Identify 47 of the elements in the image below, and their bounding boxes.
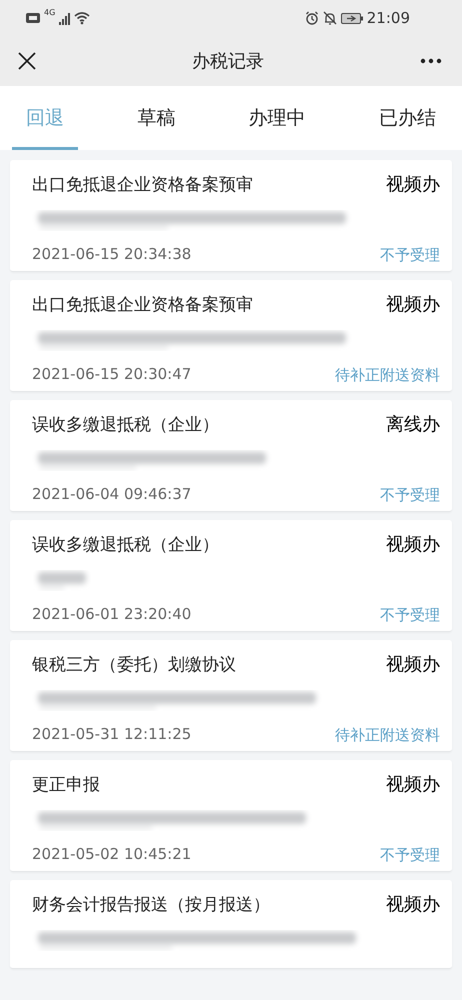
- record-time: 2021-06-04 09:46:37: [32, 484, 192, 502]
- record-status: 待补正附送资料: [335, 366, 440, 385]
- record-card[interactable]: 出口免抵退企业资格备案预审 视频办 2021-06-15 20:34:38 不予受理: [10, 160, 452, 272]
- page-title: 办税记录: [191, 50, 265, 73]
- record-title: 误收多缴退抵税（企业）: [32, 534, 219, 556]
- record-time: 2021-06-15 20:34:38: [32, 244, 192, 262]
- record-title: 更正申报: [32, 774, 100, 796]
- handling-method: 视频办: [386, 653, 440, 676]
- tab[interactable]: 已办结: [364, 86, 450, 150]
- record-card[interactable]: 财务会计报告报送（按月报送） 视频办: [10, 880, 452, 969]
- tab[interactable]: 办理中: [234, 86, 320, 150]
- record-card[interactable]: 银税三方（委托）划缴协议 视频办 2021-05-31 12:11:25 待补正附送资料: [10, 640, 452, 752]
- alarm-icon: [304, 11, 319, 25]
- battery-icon: [340, 12, 363, 24]
- close-icon: [18, 52, 36, 70]
- record-card[interactable]: 误收多缴退抵税（企业） 视频办 2021-06-01 23:20:40 不予受理: [10, 520, 452, 632]
- record-status: 不予受理: [380, 246, 440, 265]
- network-type: 4G: [44, 8, 56, 17]
- handling-method: 视频办: [386, 293, 440, 316]
- record-time: 2021-06-01 23:20:40: [32, 604, 192, 622]
- clock-time: 21:09: [366, 9, 410, 27]
- handling-method: 视频办: [386, 173, 440, 196]
- handling-method: 离线办: [386, 413, 440, 436]
- bell-muted-icon: [322, 11, 337, 25]
- record-time: 2021-06-15 20:30:47: [32, 364, 192, 382]
- record-card[interactable]: 更正申报 视频办 2021-05-02 10:45:21 不予受理: [10, 760, 452, 872]
- record-time: 2021-05-02 10:45:21: [32, 844, 192, 862]
- wifi-icon: [74, 11, 90, 25]
- signal-icon: [59, 12, 70, 24]
- record-time: 2021-05-31 12:11:25: [32, 724, 192, 742]
- record-status: 不予受理: [380, 846, 440, 865]
- record-title: 出口免抵退企业资格备案预审: [32, 174, 253, 196]
- record-title: 银税三方（委托）划缴协议: [32, 654, 236, 676]
- record-status: 不予受理: [380, 486, 440, 505]
- hd-icon: [26, 12, 40, 24]
- handling-method: 视频办: [386, 773, 440, 796]
- record-status: 待补正附送资料: [335, 726, 440, 745]
- record-card[interactable]: 出口免抵退企业资格备案预审 视频办 2021-06-15 20:30:47 待补正附送资料: [10, 280, 452, 392]
- more-icon: [420, 58, 442, 64]
- handling-method: 视频办: [386, 893, 440, 916]
- record-title: 误收多缴退抵税（企业）: [32, 414, 219, 436]
- record-title: 财务会计报告报送（按月报送）: [32, 894, 270, 916]
- handling-method: 视频办: [386, 533, 440, 556]
- record-title: 出口免抵退企业资格备案预审: [32, 294, 253, 316]
- tab[interactable]: 草稿: [123, 86, 190, 150]
- record-status: 不予受理: [380, 606, 440, 625]
- record-card[interactable]: 误收多缴退抵税（企业） 离线办 2021-06-04 09:46:37 不予受理: [10, 400, 452, 512]
